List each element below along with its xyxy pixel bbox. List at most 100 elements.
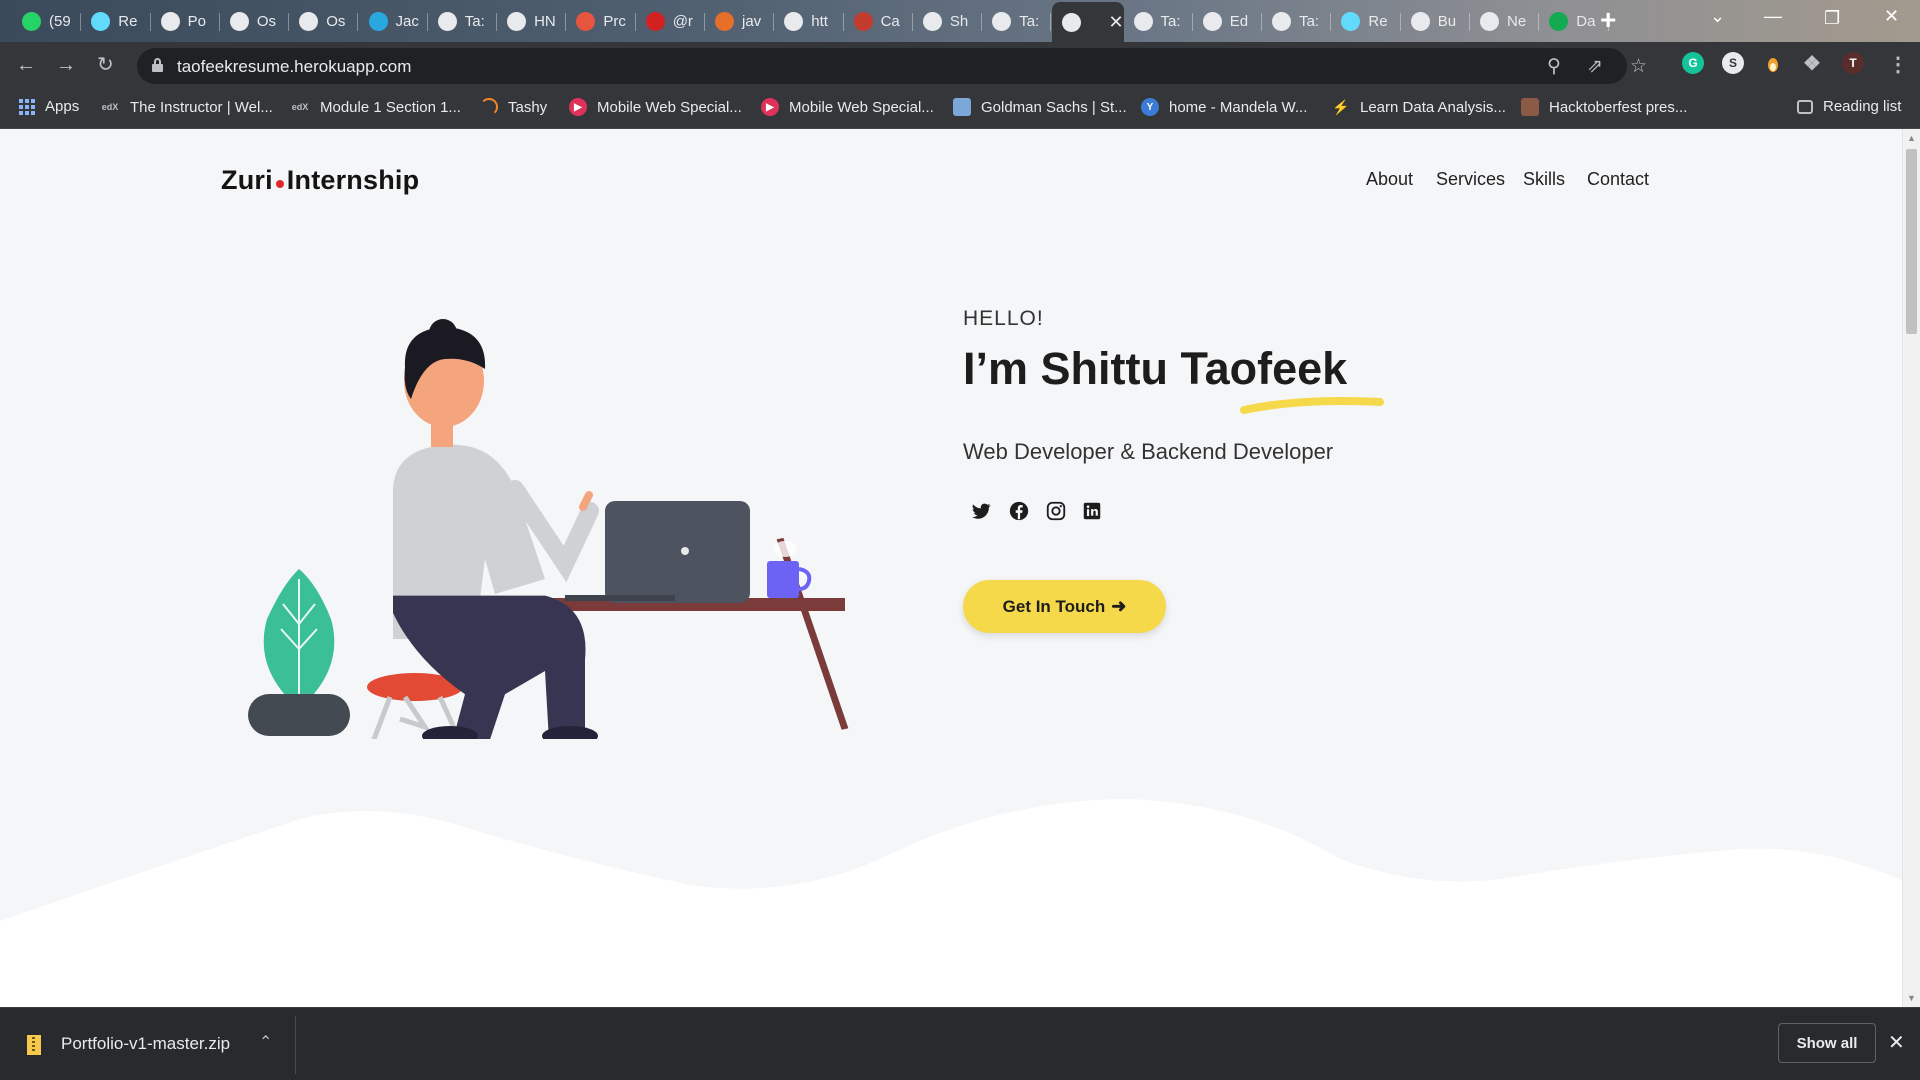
github-icon	[1272, 11, 1292, 31]
browser-tab[interactable]: Sh	[913, 4, 983, 38]
browser-tab[interactable]: Os	[289, 4, 359, 38]
scroll-down-arrow-icon[interactable]: ▼	[1907, 993, 1916, 1003]
bookmark-label: The Instructor | Wel...	[130, 98, 273, 116]
browser-tab[interactable]: ✕	[1051, 2, 1124, 42]
whatsapp-icon	[22, 11, 41, 31]
browser-tab[interactable]: (59	[12, 4, 82, 38]
zip-file-icon	[27, 1035, 41, 1055]
menu-kebab-icon[interactable]: ⋮	[1888, 53, 1908, 77]
bookmark-the-instructor[interactable]: edX The Instructor | Wel...	[100, 98, 273, 116]
nav-about[interactable]: About	[1366, 169, 1413, 190]
chevron-up-icon[interactable]: ⌃	[259, 1032, 272, 1052]
close-icon[interactable]: ✕	[1888, 1030, 1905, 1055]
bookmark-hacktoberfest[interactable]: Hacktoberfest pres...	[1521, 98, 1687, 116]
bookmarks-bar: Apps edX The Instructor | Wel... edX Mod…	[0, 89, 1920, 129]
page-scrollbar[interactable]: ▲ ▼	[1902, 129, 1920, 1007]
reload-button[interactable]: ↻	[97, 53, 114, 77]
globe-icon	[1061, 12, 1081, 32]
extension-flame-icon[interactable]	[1762, 52, 1784, 74]
browser-tab[interactable]: Da	[1539, 4, 1609, 38]
twitter-icon[interactable]	[970, 500, 992, 522]
minimize-button[interactable]: —	[1764, 6, 1782, 27]
site-logo[interactable]: Zuri Internship	[221, 165, 419, 196]
browser-tab[interactable]: Re	[81, 4, 151, 38]
linkedin-icon[interactable]	[1081, 500, 1103, 522]
hacktoberfest-icon	[1521, 98, 1539, 116]
bookmark-module-1[interactable]: edX Module 1 Section 1...	[290, 98, 461, 116]
close-window-button[interactable]: ✕	[1884, 6, 1899, 27]
bookmark-apps[interactable]: Apps	[19, 98, 79, 115]
bookmark-label: Hacktoberfest pres...	[1549, 98, 1688, 116]
tab-title: HN	[534, 12, 556, 30]
bookmark-label: Learn Data Analysis...	[1360, 98, 1506, 116]
scroll-up-arrow-icon[interactable]: ▲	[1907, 133, 1916, 143]
close-tab-icon[interactable]: ✕	[1109, 12, 1124, 33]
bookmark-star-icon[interactable]: ☆	[1630, 55, 1647, 78]
browser-tab[interactable]: Ta:	[982, 4, 1052, 38]
github-icon	[507, 11, 527, 31]
browser-tab[interactable]: HN	[497, 4, 567, 38]
browser-tab[interactable]: htt	[774, 4, 844, 38]
tools-icon	[229, 11, 249, 31]
goldman-icon	[953, 98, 971, 116]
bookmark-label: Mobile Web Special...	[789, 98, 934, 116]
show-all-button[interactable]: Show all	[1778, 1023, 1876, 1063]
share-icon[interactable]: ⇗	[1587, 55, 1603, 78]
get-in-touch-button[interactable]: Get In Touch ➜	[963, 580, 1166, 633]
bookmark-learn-data[interactable]: ⚡ Learn Data Analysis...	[1332, 98, 1506, 116]
bookmark-mobile-web-2[interactable]: ▶ Mobile Web Special...	[761, 98, 934, 116]
browser-tab[interactable]: Prc	[566, 4, 636, 38]
facebook-icon[interactable]	[1008, 500, 1030, 522]
browser-tab[interactable]: jav	[705, 4, 775, 38]
grammarly-icon[interactable]: G	[1682, 52, 1704, 74]
instagram-icon[interactable]	[1045, 500, 1067, 522]
reading-list-label: Reading list	[1823, 98, 1902, 115]
tab-strip: (59 Re Po Os Os Jac Ta: HN Prc @r jav htt Ca Sh Ta: ✕ Ta…	[0, 0, 1920, 42]
nav-skills[interactable]: Skills	[1523, 169, 1565, 190]
browser-tab[interactable]: Jac	[359, 4, 428, 38]
bookmark-tashy[interactable]: Tashy	[480, 98, 547, 116]
apps-grid-icon	[19, 98, 35, 115]
profile-avatar[interactable]: T	[1842, 52, 1864, 74]
zoom-icon[interactable]: ⚲	[1547, 55, 1561, 78]
tab-title: Ed	[1229, 12, 1249, 30]
globe-icon	[784, 11, 804, 31]
browser-tab[interactable]: Bu	[1401, 4, 1470, 38]
browser-tab[interactable]: Po	[151, 4, 220, 38]
forward-button[interactable]: →	[56, 53, 76, 77]
browser-tab[interactable]: Ca	[844, 4, 913, 38]
nav-services[interactable]: Services	[1436, 169, 1505, 190]
nav-contact[interactable]: Contact	[1587, 169, 1649, 190]
extensions-puzzle-icon[interactable]: ❖	[1801, 52, 1823, 75]
browser-tab[interactable]: Re	[1331, 4, 1401, 38]
bookmark-mobile-web-1[interactable]: ▶ Mobile Web Special...	[569, 98, 742, 116]
browser-tab[interactable]: @r	[636, 4, 705, 38]
extension-s-icon[interactable]: S	[1722, 52, 1744, 74]
edx-icon: edX	[291, 102, 309, 112]
reading-list-button[interactable]: Reading list	[1797, 98, 1901, 115]
udacity-icon: ▶	[761, 98, 779, 116]
new-tab-button[interactable]: +	[1600, 6, 1616, 34]
bookmark-goldman-sachs[interactable]: Goldman Sachs | St...	[953, 98, 1127, 116]
hero-illustration	[248, 319, 849, 739]
lock-icon[interactable]	[152, 58, 163, 72]
scrollbar-thumb[interactable]	[1906, 149, 1917, 334]
bookmark-label: Apps	[45, 98, 80, 115]
wave-divider	[0, 799, 1920, 1007]
download-file-name[interactable]: Portfolio-v1-master.zip	[61, 1034, 230, 1054]
browser-tab[interactable]: Os	[220, 4, 290, 38]
udacity-icon: ▶	[569, 98, 587, 116]
tab-search-icon[interactable]: ⌄	[1710, 6, 1725, 27]
browser-tab[interactable]: Ne	[1470, 4, 1540, 38]
browser-tab[interactable]: Ta:	[428, 4, 498, 38]
t-logo-icon	[368, 11, 388, 31]
restore-button[interactable]: ❐	[1824, 8, 1840, 29]
github-icon	[992, 11, 1012, 31]
back-button[interactable]: ←	[16, 53, 36, 77]
browser-tab[interactable]: Ta:	[1124, 4, 1193, 38]
browser-tab[interactable]: Ta:	[1262, 4, 1332, 38]
bookmark-mandela[interactable]: Y home - Mandela W...	[1141, 98, 1307, 116]
address-bar[interactable]: taofeekresume.herokuapp.com ⚲ ⇗ ☆	[137, 48, 1647, 84]
plant-illustration	[248, 569, 350, 736]
browser-tab[interactable]: Ed	[1193, 4, 1263, 38]
